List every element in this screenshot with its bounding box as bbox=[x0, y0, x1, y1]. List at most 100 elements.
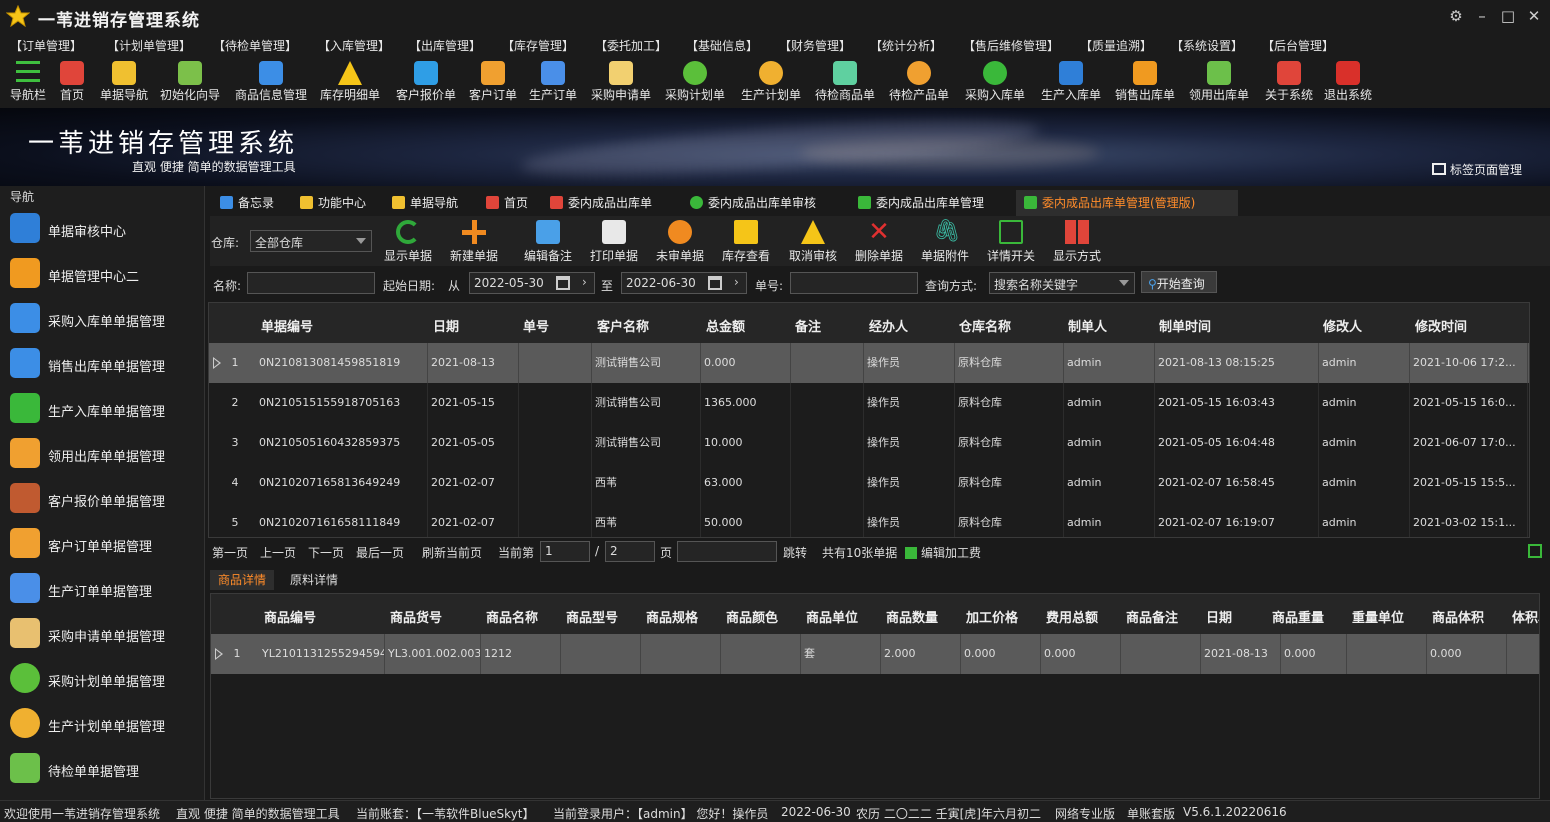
table-cell[interactable]: admin bbox=[1319, 343, 1410, 383]
tool-product-info[interactable]: 商品信息管理 bbox=[230, 58, 312, 106]
dcol-volume-unit[interactable]: 体积单 bbox=[1512, 607, 1539, 626]
table-cell[interactable]: 0N210505160432859375 bbox=[256, 423, 428, 463]
jump-page-input[interactable] bbox=[677, 541, 777, 562]
col-date[interactable]: 日期 bbox=[433, 316, 459, 335]
nav-item-customer-order[interactable]: 客户订单单据管理 bbox=[0, 521, 204, 566]
table-cell[interactable]: 2021-03-02 15:1... bbox=[1410, 503, 1528, 537]
table-cell[interactable]: admin bbox=[1319, 423, 1410, 463]
tool-customer-quote[interactable]: 客户报价单 bbox=[392, 58, 460, 106]
display-mode-button[interactable]: 显示方式 bbox=[1046, 218, 1108, 264]
dcol-processing-price[interactable]: 加工价格 bbox=[966, 607, 1018, 626]
tab-memo[interactable]: 备忘录 bbox=[220, 190, 274, 216]
table-cell[interactable]: 50.000 bbox=[701, 503, 791, 537]
table-cell[interactable]: 0.000 bbox=[1427, 634, 1507, 674]
warehouse-select[interactable]: 全部仓库 bbox=[250, 230, 372, 252]
tool-nav-bar[interactable]: 导航栏 bbox=[4, 58, 52, 106]
table-cell[interactable]: 0.000 bbox=[961, 634, 1041, 674]
table-cell[interactable]: 2021-05-15 15:5... bbox=[1410, 463, 1528, 503]
tool-sales-outbound[interactable]: 销售出库单 bbox=[1112, 58, 1178, 106]
table-cell[interactable] bbox=[1121, 634, 1201, 674]
col-handler[interactable]: 经办人 bbox=[869, 316, 908, 335]
menu-inbound-management[interactable]: 【入库管理】 bbox=[318, 37, 390, 54]
table-cell[interactable] bbox=[1507, 634, 1539, 674]
table-cell[interactable]: 套 bbox=[801, 634, 881, 674]
nav-item-audit-center[interactable]: 单据审核中心 bbox=[0, 206, 204, 251]
table-cell[interactable]: 操作员 bbox=[864, 423, 955, 463]
table-cell[interactable] bbox=[1347, 634, 1427, 674]
col-created-time[interactable]: 制单时间 bbox=[1159, 316, 1211, 335]
date-to-picker[interactable]: 2022-06-30 › bbox=[621, 272, 747, 294]
col-total[interactable]: 总金额 bbox=[706, 316, 745, 335]
tool-inventory-detail[interactable]: 库存明细单 bbox=[316, 58, 384, 106]
table-cell[interactable] bbox=[561, 634, 641, 674]
tool-customer-order[interactable]: 客户订单 bbox=[466, 58, 520, 106]
refresh-page-button[interactable]: 刷新当前页 bbox=[422, 544, 482, 561]
tool-pending-products[interactable]: 待检产品单 bbox=[886, 58, 952, 106]
dcol-product-name[interactable]: 商品名称 bbox=[486, 607, 538, 626]
table-cell[interactable]: 原料仓库 bbox=[955, 463, 1064, 503]
new-document-button[interactable]: 新建单据 bbox=[444, 218, 504, 264]
table-cell[interactable] bbox=[519, 383, 592, 423]
tab-outsourced-outbound[interactable]: 委内成品出库单 bbox=[550, 190, 652, 216]
table-cell[interactable]: 2021-05-05 16:04:48 bbox=[1155, 423, 1319, 463]
nav-item-requisition-outbound[interactable]: 领用出库单单据管理 bbox=[0, 431, 204, 476]
menu-system-settings[interactable]: 【系统设置】 bbox=[1171, 37, 1243, 54]
table-cell[interactable]: 0N210813081459851819 bbox=[256, 343, 428, 383]
table-cell[interactable]: admin bbox=[1064, 463, 1155, 503]
table-cell[interactable]: 原料仓库 bbox=[955, 503, 1064, 537]
tool-requisition-outbound[interactable]: 领用出库单 bbox=[1186, 58, 1252, 106]
table-cell[interactable]: 操作员 bbox=[864, 383, 955, 423]
print-document-button[interactable]: 打印单据 bbox=[584, 218, 644, 264]
table-cell[interactable]: 0N210207161658111849 bbox=[256, 503, 428, 537]
order-number-input[interactable] bbox=[790, 272, 918, 294]
cancel-audit-button[interactable]: 取消审核 bbox=[782, 218, 844, 264]
col-note[interactable]: 备注 bbox=[795, 316, 821, 335]
menu-after-sales[interactable]: 【售后维修管理】 bbox=[963, 37, 1059, 54]
table-cell[interactable]: 2021-10-06 17:2... bbox=[1410, 343, 1528, 383]
table-cell[interactable]: 1212 bbox=[481, 634, 561, 674]
nav-item-production-inbound[interactable]: 生产入库单单据管理 bbox=[0, 386, 204, 431]
dcol-quantity[interactable]: 商品数量 bbox=[886, 607, 938, 626]
table-cell[interactable] bbox=[791, 343, 864, 383]
table-cell[interactable]: 2021-02-07 16:19:07 bbox=[1155, 503, 1319, 537]
export-excel-icon[interactable] bbox=[1528, 544, 1542, 558]
unaudited-documents-button[interactable]: 未审单据 bbox=[650, 218, 710, 264]
dcol-product-unit[interactable]: 商品单位 bbox=[806, 607, 858, 626]
dcol-product-code[interactable]: 商品编号 bbox=[264, 607, 316, 626]
table-cell[interactable]: 1365.000 bbox=[701, 383, 791, 423]
view-inventory-button[interactable]: 库存查看 bbox=[714, 218, 778, 264]
query-mode-select[interactable]: 搜索名称关键字 bbox=[989, 272, 1135, 294]
table-cell[interactable]: 2021-08-13 bbox=[428, 343, 519, 383]
nav-item-purchase-inbound[interactable]: 采购入库单单据管理 bbox=[0, 296, 204, 341]
table-row[interactable]: 5 0N210207161658111849 2021-02-07 西苇 50.000 操… bbox=[209, 503, 1529, 537]
table-cell[interactable] bbox=[519, 423, 592, 463]
close-button[interactable]: ✕ bbox=[1524, 6, 1544, 26]
start-query-button[interactable]: ⚲开始查询 bbox=[1141, 271, 1217, 293]
table-cell[interactable]: 2021-08-13 08:15:25 bbox=[1155, 343, 1319, 383]
dcol-product-spec[interactable]: 商品规格 bbox=[646, 607, 698, 626]
tool-purchase-request[interactable]: 采购申请单 bbox=[588, 58, 654, 106]
dcol-weight-unit[interactable]: 重量单位 bbox=[1352, 607, 1404, 626]
table-cell[interactable]: admin bbox=[1064, 343, 1155, 383]
col-creator[interactable]: 制单人 bbox=[1068, 316, 1107, 335]
tab-home[interactable]: 首页 bbox=[486, 190, 528, 216]
tool-init-wizard[interactable]: 初始化向导 bbox=[156, 58, 224, 106]
table-cell[interactable] bbox=[791, 503, 864, 537]
table-cell[interactable]: 西苇 bbox=[592, 503, 701, 537]
dcol-product-note[interactable]: 商品备注 bbox=[1126, 607, 1178, 626]
details-toggle-button[interactable]: 详情开关 bbox=[980, 218, 1042, 264]
nav-item-production-plan[interactable]: 生产计划单单据管理 bbox=[0, 701, 204, 746]
col-warehouse[interactable]: 仓库名称 bbox=[959, 316, 1011, 335]
current-page-input[interactable]: 1 bbox=[540, 541, 590, 562]
table-cell[interactable] bbox=[791, 463, 864, 503]
table-cell[interactable]: 测试销售公司 bbox=[592, 423, 701, 463]
menu-order-management[interactable]: 【订单管理】 bbox=[10, 37, 82, 54]
table-cell[interactable] bbox=[519, 503, 592, 537]
tool-purchase-inbound[interactable]: 采购入库单 bbox=[962, 58, 1028, 106]
table-cell[interactable]: 0N210207165813649249 bbox=[256, 463, 428, 503]
table-cell[interactable]: 原料仓库 bbox=[955, 423, 1064, 463]
table-cell[interactable]: 测试销售公司 bbox=[592, 343, 701, 383]
tool-production-order[interactable]: 生产订单 bbox=[526, 58, 580, 106]
col-order-no[interactable]: 单号 bbox=[523, 316, 549, 335]
last-page-button[interactable]: 最后一页 bbox=[356, 544, 404, 561]
